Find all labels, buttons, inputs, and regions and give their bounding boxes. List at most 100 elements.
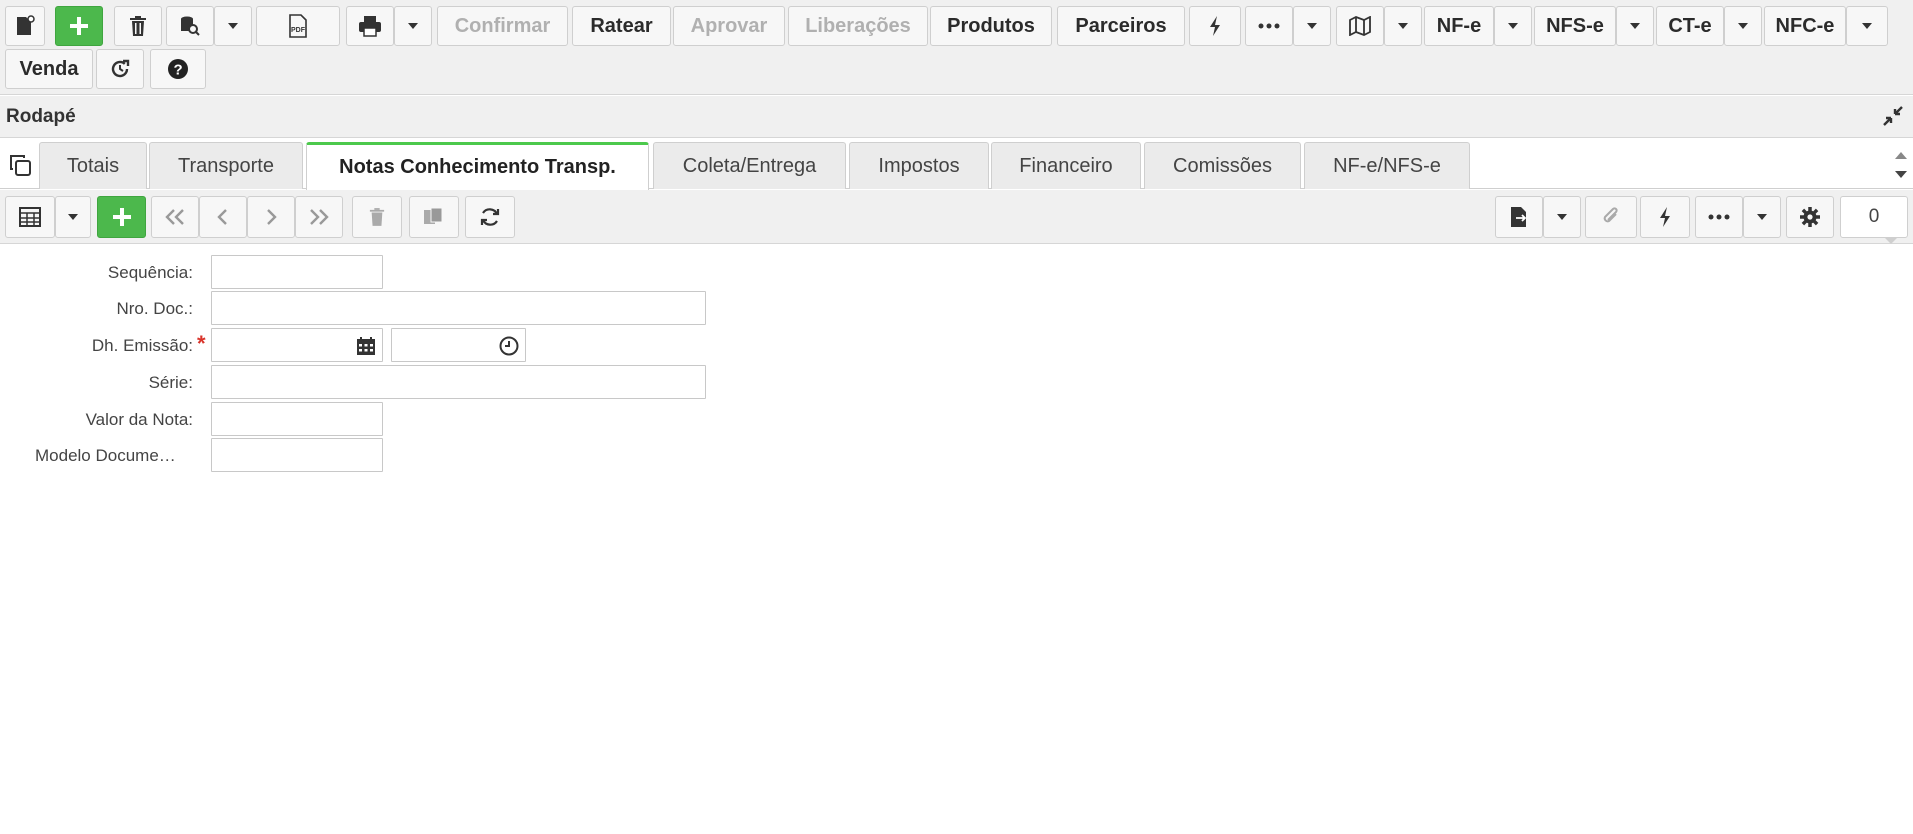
scroll-down-icon[interactable] bbox=[1895, 171, 1907, 178]
nro-doc-label: Nro. Doc.: bbox=[116, 299, 193, 318]
collapse-icon[interactable] bbox=[1883, 106, 1903, 131]
more-options-dropdown[interactable] bbox=[1293, 6, 1331, 46]
tab-scroll-arrows[interactable] bbox=[1893, 147, 1909, 188]
more-options-button[interactable] bbox=[1245, 6, 1293, 46]
double-chevron-right-icon bbox=[310, 209, 329, 225]
gear-icon bbox=[1800, 207, 1820, 227]
map-dropdown[interactable] bbox=[1384, 6, 1422, 46]
refresh-button[interactable] bbox=[465, 196, 515, 238]
add-record-button[interactable] bbox=[97, 196, 146, 238]
plus-icon bbox=[112, 208, 131, 226]
next-record-button[interactable] bbox=[247, 196, 295, 238]
chevron-down-icon bbox=[228, 23, 238, 29]
nro-doc-input[interactable] bbox=[211, 291, 706, 325]
grid-more-dropdown[interactable] bbox=[1743, 196, 1781, 238]
tab-transporte[interactable]: Transporte bbox=[149, 142, 303, 189]
modelo-documento-input[interactable] bbox=[211, 438, 383, 472]
record-count-pointer bbox=[1885, 238, 1897, 244]
chevron-down-icon bbox=[68, 214, 78, 220]
nfce-button[interactable]: NFC-e bbox=[1764, 6, 1846, 46]
settings-button[interactable] bbox=[1786, 196, 1834, 238]
actions-button[interactable] bbox=[1189, 6, 1241, 46]
print-dropdown[interactable] bbox=[394, 6, 432, 46]
tab-comissoes[interactable]: Comissões bbox=[1144, 142, 1301, 189]
print-button[interactable] bbox=[346, 6, 394, 46]
scroll-up-icon[interactable] bbox=[1895, 152, 1907, 159]
map-icon bbox=[1349, 16, 1371, 36]
new-document-button[interactable] bbox=[5, 6, 45, 46]
nfse-button[interactable]: NFS-e bbox=[1534, 6, 1616, 46]
grid-actions-button[interactable] bbox=[1640, 196, 1690, 238]
first-record-button[interactable] bbox=[151, 196, 199, 238]
export-button[interactable] bbox=[1495, 196, 1543, 238]
nfe-button[interactable]: NF-e bbox=[1424, 6, 1494, 46]
confirmar-button[interactable]: Confirmar bbox=[437, 6, 568, 46]
produtos-button[interactable]: Produtos bbox=[930, 6, 1052, 46]
grid-more-button[interactable] bbox=[1695, 196, 1743, 238]
tab-impostos[interactable]: Impostos bbox=[849, 142, 989, 189]
trash-icon bbox=[130, 16, 146, 36]
chevron-down-icon bbox=[1757, 214, 1767, 220]
previous-record-button[interactable] bbox=[199, 196, 247, 238]
grid-view-dropdown[interactable] bbox=[55, 196, 91, 238]
export-dropdown[interactable] bbox=[1543, 196, 1581, 238]
lightning-icon bbox=[1660, 207, 1670, 227]
duplicate-record-button[interactable] bbox=[409, 196, 459, 238]
serie-input[interactable] bbox=[211, 365, 706, 399]
nfe-dropdown[interactable] bbox=[1494, 6, 1532, 46]
nfce-dropdown[interactable] bbox=[1846, 6, 1888, 46]
aprovar-button[interactable]: Aprovar bbox=[673, 6, 785, 46]
cte-dropdown[interactable] bbox=[1724, 6, 1762, 46]
map-button[interactable] bbox=[1336, 6, 1384, 46]
pdf-button[interactable]: PDF bbox=[256, 6, 340, 46]
ratear-button[interactable]: Ratear bbox=[572, 6, 671, 46]
tab-nfe-nfse[interactable]: NF-e/NFS-e bbox=[1304, 142, 1470, 189]
valor-nota-input[interactable] bbox=[211, 402, 383, 436]
search-database-dropdown[interactable] bbox=[214, 6, 252, 46]
nfse-dropdown[interactable] bbox=[1616, 6, 1654, 46]
chevron-down-icon bbox=[1398, 23, 1408, 29]
add-button[interactable] bbox=[55, 6, 103, 46]
printer-icon bbox=[359, 16, 381, 37]
dh-emissao-time-input[interactable] bbox=[391, 328, 526, 362]
help-button[interactable]: ? bbox=[150, 49, 206, 89]
search-database-button[interactable] bbox=[166, 6, 214, 46]
clock-icon[interactable] bbox=[499, 336, 519, 361]
sequencia-input[interactable] bbox=[211, 255, 383, 289]
chevron-left-icon bbox=[217, 209, 227, 225]
last-record-button[interactable] bbox=[295, 196, 343, 238]
parceiros-button[interactable]: Parceiros bbox=[1057, 6, 1185, 46]
tab-coleta-entrega[interactable]: Coleta/Entrega bbox=[653, 142, 846, 189]
tab-financeiro[interactable]: Financeiro bbox=[991, 142, 1141, 189]
chevron-right-icon bbox=[267, 209, 277, 225]
copy-icon[interactable] bbox=[8, 153, 32, 182]
dh-emissao-label: Dh. Emissão: bbox=[91, 336, 193, 355]
liberacoes-button[interactable]: Liberações bbox=[788, 6, 928, 46]
help-icon: ? bbox=[168, 59, 188, 79]
venda-button[interactable]: Venda bbox=[5, 49, 93, 89]
duplicate-icon bbox=[424, 207, 443, 224]
tab-notas-conhecimento-transp[interactable]: Notas Conhecimento Transp. bbox=[306, 142, 649, 190]
chevron-down-icon bbox=[1557, 214, 1567, 220]
cte-button[interactable]: CT-e bbox=[1656, 6, 1724, 46]
refresh-clock-icon bbox=[111, 59, 130, 78]
grid-view-button[interactable] bbox=[5, 196, 55, 238]
delete-button[interactable] bbox=[114, 6, 162, 46]
calendar-icon[interactable] bbox=[356, 336, 376, 361]
chevron-down-icon bbox=[1738, 23, 1748, 29]
svg-text:?: ? bbox=[174, 62, 183, 79]
paperclip-icon bbox=[1603, 207, 1618, 223]
valor-nota-label: Valor da Nota: bbox=[85, 410, 193, 429]
pdf-icon: PDF bbox=[289, 14, 307, 38]
plus-icon bbox=[70, 17, 88, 35]
attachment-button[interactable] bbox=[1585, 196, 1637, 238]
dh-emissao-date-input[interactable] bbox=[211, 328, 383, 362]
chevron-down-icon bbox=[1307, 23, 1317, 29]
database-search-icon bbox=[181, 16, 200, 36]
delete-record-button[interactable] bbox=[352, 196, 402, 238]
tab-totais[interactable]: Totais bbox=[39, 142, 147, 189]
tabs-bar: Totais Transporte Notas Conhecimento Tra… bbox=[0, 139, 1913, 190]
refresh-status-button[interactable] bbox=[96, 49, 144, 89]
rodape-header: Rodapé bbox=[0, 96, 1913, 138]
chevron-down-icon bbox=[1630, 23, 1640, 29]
